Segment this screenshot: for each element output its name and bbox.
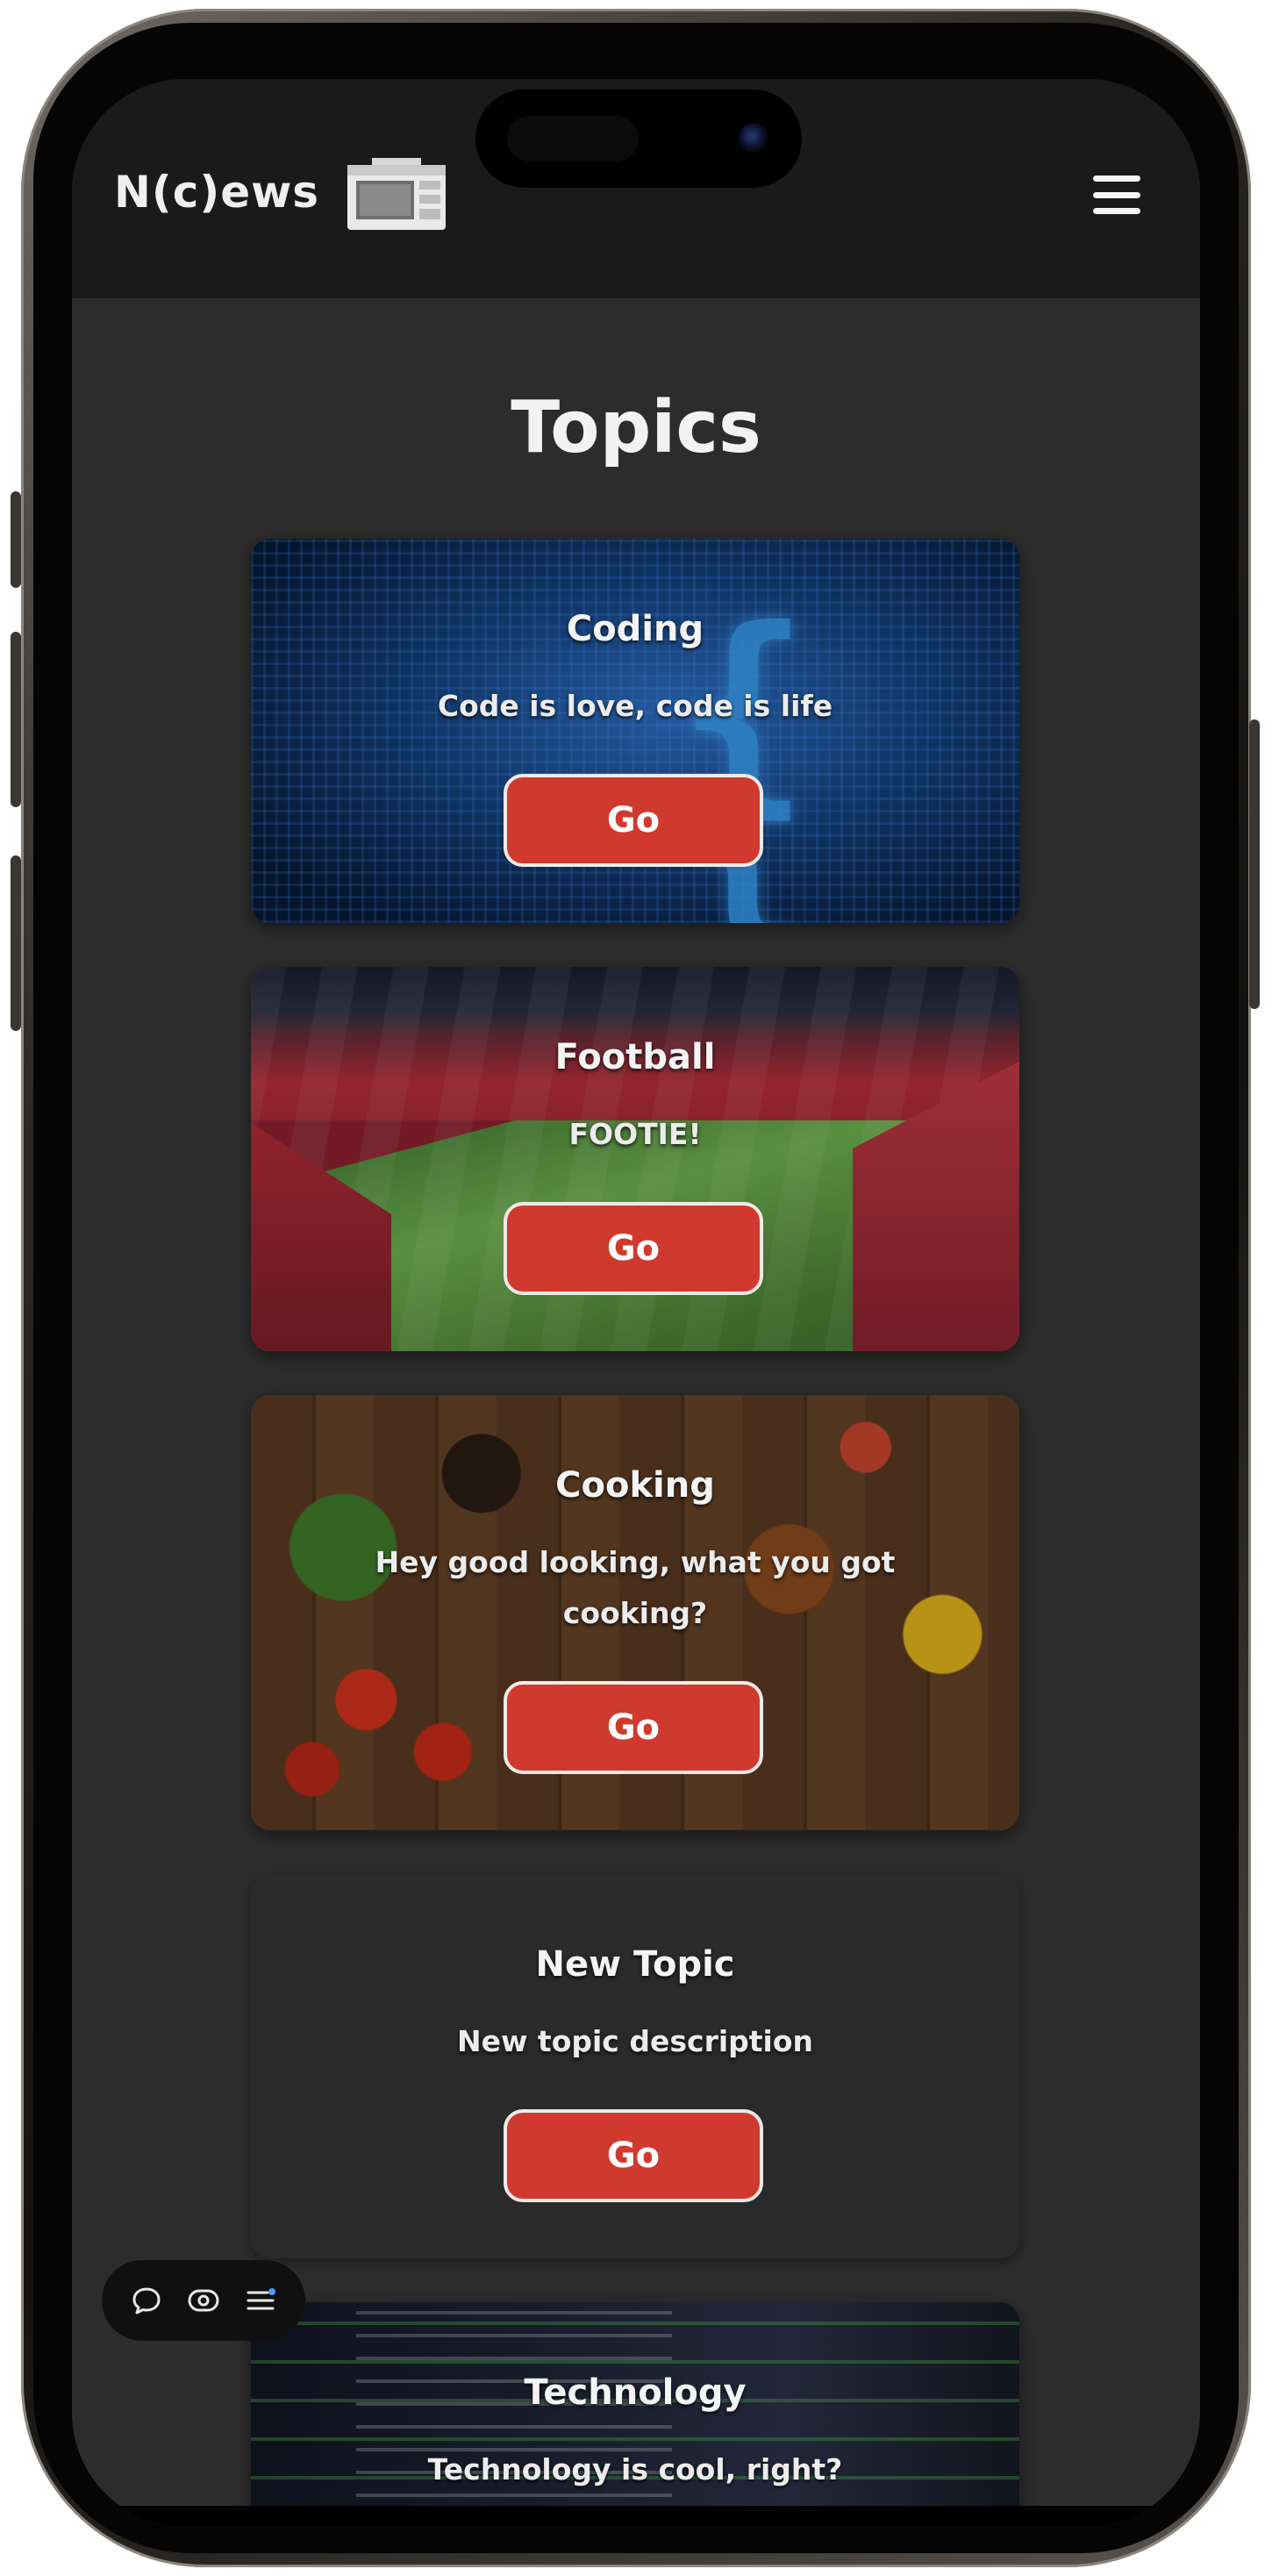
chat-bubble-icon[interactable] xyxy=(129,2283,164,2318)
brand-name[interactable]: N(c)ews xyxy=(114,167,319,218)
go-button[interactable]: Go xyxy=(504,1202,763,1295)
hamburger-menu-icon[interactable] xyxy=(1088,170,1146,219)
topic-card-football: Football FOOTIE! Go xyxy=(251,967,1019,1351)
page-title: Topics xyxy=(511,386,761,469)
mute-switch xyxy=(11,491,21,588)
eye-icon[interactable] xyxy=(186,2283,221,2318)
front-camera-icon xyxy=(739,123,768,153)
volume-down-button xyxy=(11,855,21,1031)
topic-card-technology: Technology Technology is cool, right? Go xyxy=(251,2302,1019,2527)
volume-up-button xyxy=(11,632,21,807)
app-screen: N(c)ews Topics { } Coding Code is love, … xyxy=(72,79,1200,2527)
go-button[interactable]: Go xyxy=(504,774,763,867)
topic-title: Coding xyxy=(566,609,704,649)
topic-card-cooking: Cooking Hey good looking, what you got c… xyxy=(251,1395,1019,1830)
topic-title: Football xyxy=(554,1037,716,1077)
tv-icon[interactable] xyxy=(346,158,449,233)
topic-card-coding: { } Coding Code is love, code is life Go xyxy=(251,539,1019,923)
topic-description: FOOTIE! xyxy=(568,1117,702,1151)
dynamic-island xyxy=(475,89,802,188)
topic-description: Technology is cool, right? xyxy=(427,2452,843,2487)
list-icon[interactable] xyxy=(243,2283,278,2318)
site-header: N(c)ews xyxy=(72,79,1200,298)
floating-toolbar xyxy=(102,2260,305,2341)
power-button xyxy=(1249,719,1260,1009)
topic-description: Code is love, code is life xyxy=(437,689,833,723)
topic-title: New Topic xyxy=(535,1944,735,1985)
topic-card-new-topic: New Topic New topic description Go xyxy=(251,1874,1019,2258)
go-button[interactable]: Go xyxy=(504,2109,763,2202)
screen-bottom-edge xyxy=(72,2506,1200,2527)
topic-title: Technology xyxy=(524,2372,747,2413)
topic-description: Hey good looking, what you got cooking? xyxy=(375,1545,896,1630)
go-button[interactable]: Go xyxy=(504,1681,763,1774)
topic-title: Cooking xyxy=(555,1465,715,1506)
topic-description: New topic description xyxy=(456,2024,814,2058)
